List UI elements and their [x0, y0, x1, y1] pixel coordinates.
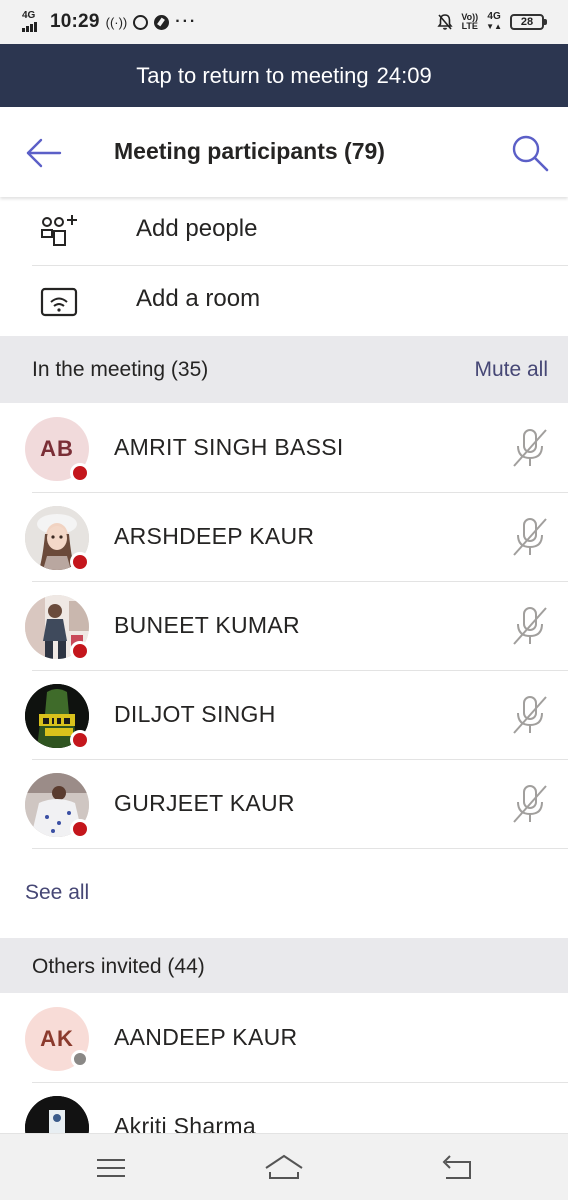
return-to-meeting-banner[interactable]: Tap to return to meeting 24:09 — [0, 44, 568, 107]
add-room-label: Add a room — [136, 285, 261, 312]
participant-name: Akriti Sharma — [114, 1113, 256, 1133]
status-left: 4G 10:29 ((·)) ··· — [22, 10, 197, 34]
home-icon — [265, 1154, 303, 1179]
add-people-icon — [41, 215, 77, 246]
avatar-initials: AK — [40, 1026, 74, 1051]
microphone-off-icon — [513, 607, 547, 645]
participant-row[interactable]: GURJEET KAUR — [0, 760, 568, 849]
app-header: Meeting participants (79) — [0, 107, 568, 197]
more-notifications-icon: ··· — [175, 13, 198, 30]
notifications-off-icon — [437, 14, 453, 30]
compass-icon — [154, 14, 170, 30]
in-meeting-title: In the meeting (35) — [32, 358, 209, 381]
microphone-off-icon — [513, 785, 547, 823]
search-icon — [512, 135, 549, 172]
divider — [32, 848, 568, 849]
arrow-left-icon — [26, 138, 62, 168]
in-meeting-section-header: In the meeting (35) Mute all — [0, 336, 568, 403]
busy-status-icon — [70, 552, 90, 572]
invited-row[interactable]: AK AANDEEP KAUR — [0, 994, 568, 1083]
system-navigation-bar — [0, 1133, 568, 1200]
network-type: 4G — [22, 10, 36, 21]
network-signal-right: 4G ▼▲ — [486, 11, 502, 32]
home-button[interactable] — [262, 1152, 306, 1184]
back-button[interactable] — [24, 133, 64, 173]
participant-name: AMRIT SINGH BASSI — [114, 434, 344, 460]
signal-icon: 4G — [22, 11, 44, 33]
busy-status-icon — [70, 641, 90, 661]
whatsapp-icon — [133, 14, 149, 30]
participant-row[interactable]: ARSHDEEP KAUR — [0, 493, 568, 582]
add-room-row[interactable]: Add a room — [0, 266, 568, 336]
avatar-initials: AB — [40, 436, 74, 461]
add-people-row[interactable]: Add people — [0, 196, 568, 266]
participant-row[interactable]: BUNEET KUMAR — [0, 582, 568, 671]
volte-indicator: Vo)) LTE — [461, 13, 478, 31]
others-invited-section-header: Others invited (44) — [0, 938, 568, 993]
busy-status-icon — [70, 730, 90, 750]
meeting-timer: 24:09 — [376, 62, 432, 88]
offline-status-icon — [71, 1050, 89, 1068]
participant-row[interactable]: AB AMRIT SINGH BASSI — [0, 404, 568, 493]
volte-bottom: LTE — [461, 21, 478, 31]
room-cast-icon — [40, 287, 78, 317]
return-label: Tap to return to meeting — [136, 62, 369, 88]
profile-photo — [25, 1096, 89, 1133]
clock: 10:29 — [50, 11, 100, 32]
invited-row[interactable]: Akriti Sharma — [0, 1083, 568, 1133]
avatar — [25, 1096, 89, 1133]
participant-name: AANDEEP KAUR — [114, 1024, 298, 1050]
network-right-label: 4G — [487, 11, 501, 22]
busy-status-icon — [70, 463, 90, 483]
battery-icon: 28 — [510, 14, 547, 30]
battery-level: 28 — [520, 16, 534, 28]
menu-icon — [97, 1159, 125, 1177]
microphone-off-icon — [513, 696, 547, 734]
status-right: Vo)) LTE 4G ▼▲ 28 — [437, 10, 547, 34]
back-icon — [442, 1155, 471, 1179]
participant-name: GURJEET KAUR — [114, 790, 295, 816]
participant-name: ARSHDEEP KAUR — [114, 523, 315, 549]
microphone-off-icon — [513, 518, 547, 556]
participant-name: DILJOT SINGH — [114, 701, 276, 727]
status-bar: 4G 10:29 ((·)) ··· Vo)) LTE 4G ▼▲ 28 — [0, 0, 568, 44]
see-all-link[interactable]: See all — [25, 881, 89, 905]
participant-name: BUNEET KUMAR — [114, 612, 300, 638]
others-invited-title: Others invited (44) — [32, 955, 205, 978]
page-title: Meeting participants (79) — [114, 138, 385, 164]
hotspot-icon: ((·)) — [105, 14, 128, 30]
add-people-label: Add people — [136, 215, 258, 242]
menu-button[interactable] — [89, 1152, 133, 1184]
mute-all-button[interactable]: Mute all — [474, 358, 548, 382]
microphone-off-icon — [513, 429, 547, 467]
search-button[interactable] — [510, 133, 550, 173]
back-nav-button[interactable] — [434, 1152, 478, 1184]
participant-row[interactable]: DILJOT SINGH — [0, 671, 568, 760]
busy-status-icon — [70, 819, 90, 839]
